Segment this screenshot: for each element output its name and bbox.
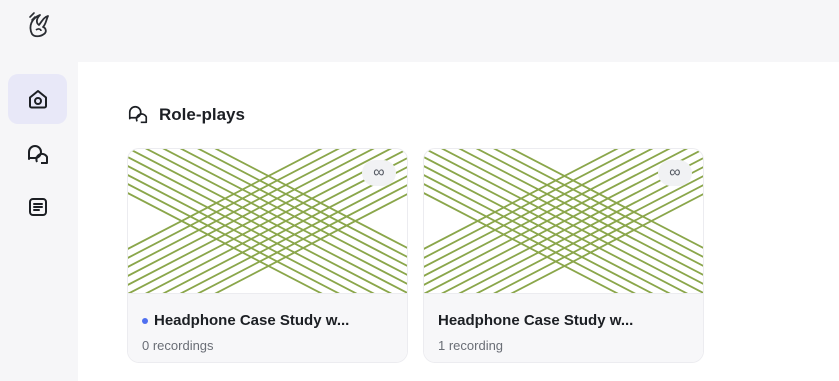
chat-bubbles-icon (27, 145, 48, 164)
unread-dot (142, 317, 148, 324)
page-title: Role-plays (159, 105, 245, 124)
card-footer: Headphone Case Study w... 0 recordings (128, 293, 407, 362)
logo-icon (29, 12, 49, 38)
document-icon (28, 198, 47, 216)
main-content: Role-plays ∞ Headphone Case Study w... 0… (78, 62, 839, 381)
section-header: Role-plays (127, 104, 245, 126)
sidebar-item-notes[interactable] (8, 182, 67, 232)
card-title: Headphone Case Study w... (438, 312, 634, 329)
sidebar (0, 0, 78, 381)
card-pattern: ∞ (424, 149, 703, 340)
card-title: Headphone Case Study w... (154, 312, 350, 329)
card-pattern: ∞ (128, 149, 407, 340)
chat-bubbles-icon (128, 106, 148, 124)
card-subtitle: 0 recordings (142, 338, 214, 353)
sidebar-item-roleplays[interactable] (8, 130, 67, 180)
infinity-badge: ∞ (362, 160, 396, 186)
roleplay-card[interactable]: ∞ Headphone Case Study w... 1 recording (423, 148, 704, 363)
sidebar-item-home[interactable] (8, 74, 67, 124)
top-bar (78, 0, 839, 62)
roleplay-card[interactable]: ∞ Headphone Case Study w... 0 recordings (127, 148, 408, 363)
card-footer: Headphone Case Study w... 1 recording (424, 293, 703, 362)
infinity-badge: ∞ (658, 160, 692, 186)
app-logo[interactable] (22, 8, 54, 40)
card-subtitle: 1 recording (438, 338, 504, 353)
home-icon (28, 90, 47, 109)
